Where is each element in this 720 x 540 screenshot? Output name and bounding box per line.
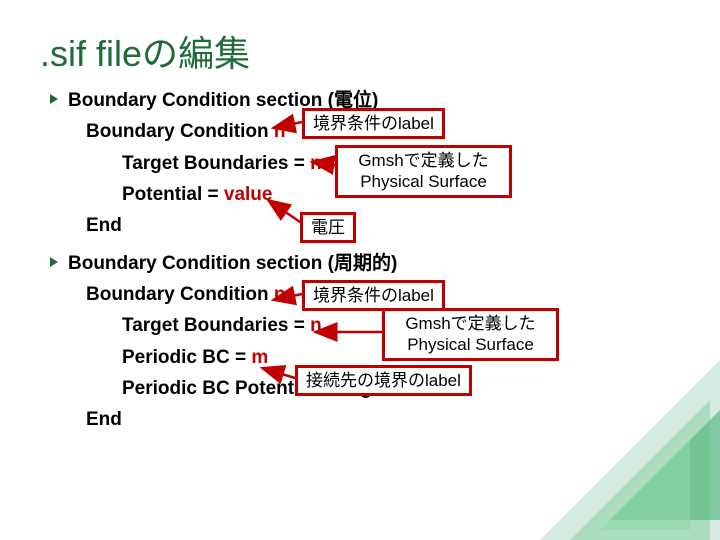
callout-text: 接続先の境界のlabel [306,371,461,390]
callout-box-label: 境界条件のlabel [302,108,445,139]
heading-text: Boundary Condition section (周期的) [68,253,397,274]
line-var: n [310,315,322,336]
callout-box-connect: 接続先の境界のlabel [295,365,472,396]
line-pre: Target Boundaries = [122,315,310,336]
slide: .sif fileの編集 Boundary Condition section … [0,0,720,540]
callout-text: 境界条件のlabel [313,286,434,305]
line-pre: Periodic BC = [122,347,251,368]
code-line: End [86,404,449,435]
callout-box-voltage: 電圧 [300,212,356,243]
bullet-icon [50,257,58,267]
decorative-triangles [520,340,720,540]
section-heading: Boundary Condition section (周期的) [50,248,449,279]
line-var: n [274,121,286,142]
callout-box-gmsh: Gmshで定義した Physical Surface [382,308,559,361]
line-pre: Boundary Condition [86,121,274,142]
callout-box-label: 境界条件のlabel [302,280,445,311]
line-var: n [274,284,286,305]
line-pre: Boundary Condition [86,284,274,305]
callout-text: Physical Surface [407,335,534,354]
callout-text: Physical Surface [360,172,487,191]
line-var: m [251,347,268,368]
line-pre: Potential = [122,184,224,205]
callout-box-gmsh: Gmshで定義した Physical Surface [335,145,512,198]
slide-title: .sif fileの編集 [40,25,250,77]
callout-text: Gmshで定義した [358,151,488,170]
line-var: value [224,184,273,205]
callout-text: 境界条件のlabel [313,114,434,133]
callout-text: Gmshで定義した [405,314,535,333]
callout-text: 電圧 [311,218,345,237]
bullet-icon [50,94,58,104]
line-pre: End [86,215,122,236]
code-line: End [86,210,449,241]
line-pre: Target Boundaries = [122,153,310,174]
line-var: n [310,153,322,174]
line-pre: End [86,409,122,430]
